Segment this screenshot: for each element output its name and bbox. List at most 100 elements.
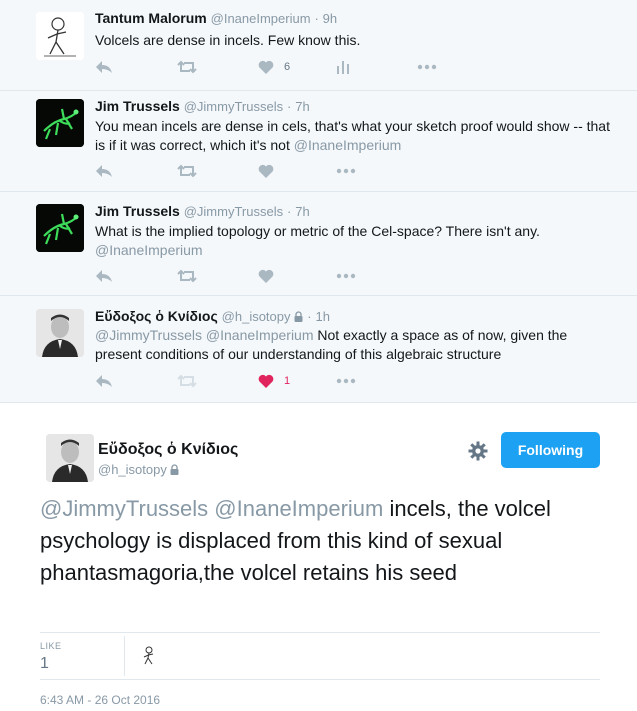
gear-icon (468, 441, 488, 461)
divider (124, 636, 125, 676)
avatar[interactable] (36, 99, 84, 147)
more-button[interactable] (336, 161, 356, 181)
author-handle[interactable]: @h_isotopy (222, 309, 291, 324)
heart-icon (258, 60, 274, 74)
separator-dot: · (314, 11, 319, 26)
mention-link[interactable]: @InaneImperium (95, 242, 203, 258)
lock-icon (170, 464, 179, 475)
lock-icon (294, 311, 303, 322)
settings-button[interactable] (468, 441, 488, 466)
analytics-icon (337, 61, 349, 74)
more-button[interactable] (336, 371, 356, 391)
tweet-1[interactable]: Tantum Malorum @InaneImperium · 9h Volce… (0, 0, 637, 91)
author-handle[interactable]: @JimmyTrussels (184, 99, 283, 114)
tweet-header: Εὔδοξος ὁ Κνίδιος @h_isotopy · 1h (95, 308, 330, 324)
reply-button[interactable] (95, 161, 113, 181)
retweet-icon (177, 164, 197, 178)
author-name[interactable]: Εὔδοξος ὁ Κνίδιος (95, 308, 218, 324)
avatar[interactable] (46, 434, 94, 482)
reply-button[interactable] (95, 266, 113, 286)
tweet-actions: 6 (95, 57, 455, 77)
tweet-text: You mean incels are dense in cels, that'… (95, 117, 615, 155)
avatar[interactable] (36, 204, 84, 252)
like-button[interactable]: 1 (258, 371, 290, 391)
tweet-time[interactable]: 9h (323, 11, 337, 26)
green-lizard-avatar-image (36, 99, 84, 147)
reply-icon (96, 375, 112, 387)
like-button[interactable]: 6 (258, 57, 290, 77)
tweet-3[interactable]: Jim Trussels @JimmyTrussels · 7h What is… (0, 192, 637, 296)
more-icon (336, 168, 356, 174)
reply-icon (96, 270, 112, 282)
author-name[interactable]: Jim Trussels (95, 98, 180, 114)
more-icon (417, 64, 437, 70)
reply-icon (96, 61, 112, 73)
more-icon (336, 378, 356, 384)
tweet-text: What is the implied topology or metric o… (95, 222, 615, 260)
tweet-text-body: What is the implied topology or metric o… (95, 223, 540, 239)
sketch-figure-avatar-image (36, 12, 84, 60)
author-handle-row: @h_isotopy (98, 462, 179, 477)
more-button[interactable] (336, 266, 356, 286)
tweet-time[interactable]: 7h (295, 204, 309, 219)
like-button[interactable] (258, 161, 274, 181)
tweet-actions: 1 (95, 371, 455, 391)
heart-icon (258, 374, 274, 388)
author-name[interactable]: Tantum Malorum (95, 10, 207, 26)
liker-avatar[interactable] (140, 645, 160, 667)
separator-dot: · (287, 99, 292, 114)
tweet-header: Jim Trussels @JimmyTrussels · 7h (95, 203, 310, 219)
like-button[interactable] (258, 266, 274, 286)
heart-icon (258, 164, 274, 178)
tweet-text: @JimmyTrussels @InaneImperium Not exactl… (95, 326, 615, 364)
author-name[interactable]: Εὔδοξος ὁ Κνίδιος (98, 441, 238, 459)
sketch-figure-avatar-image (140, 645, 160, 667)
portrait-avatar-image (46, 434, 94, 482)
green-lizard-avatar-image (36, 204, 84, 252)
tweet-text: Volcels are dense in incels. Few know th… (95, 31, 615, 50)
portrait-avatar-image (36, 309, 84, 357)
analytics-button[interactable] (336, 57, 350, 77)
avatar[interactable] (36, 12, 84, 60)
retweet-icon (177, 269, 197, 283)
more-icon (336, 273, 356, 279)
author-name[interactable]: Jim Trussels (95, 203, 180, 219)
separator-dot: · (307, 309, 312, 324)
mention-link[interactable]: @InaneImperium (294, 137, 402, 153)
author-handle[interactable]: @InaneImperium (211, 11, 311, 26)
retweet-button[interactable] (177, 371, 197, 391)
tweet-2[interactable]: Jim Trussels @JimmyTrussels · 7h You mea… (0, 91, 637, 192)
tweet-header: Tantum Malorum @InaneImperium · 9h (95, 10, 337, 26)
tweet-time[interactable]: 7h (295, 99, 309, 114)
separator-dot: · (287, 204, 292, 219)
heart-icon (258, 269, 274, 283)
mention-link[interactable]: @JimmyTrussels @InaneImperium (95, 327, 314, 343)
following-button[interactable]: Following (501, 432, 600, 468)
mention-link[interactable]: @JimmyTrussels @InaneImperium (40, 496, 383, 521)
divider (40, 679, 600, 680)
tweet-actions (95, 161, 455, 181)
like-stat-label: LIKE (40, 641, 62, 651)
main-tweet-text: @JimmyTrussels @InaneImperium incels, th… (40, 493, 610, 589)
tweet-4[interactable]: Εὔδοξος ὁ Κνίδιος @h_isotopy · 1h @Jimmy… (0, 296, 637, 403)
tweet-header: Jim Trussels @JimmyTrussels · 7h (95, 98, 310, 114)
reply-button[interactable] (95, 57, 113, 77)
tweet-actions (95, 266, 455, 286)
tweet-time[interactable]: 1h (316, 309, 330, 324)
more-button[interactable] (417, 57, 437, 77)
divider (40, 632, 600, 633)
like-count: 1 (284, 375, 291, 387)
retweet-icon (177, 374, 197, 388)
retweet-button[interactable] (177, 266, 197, 286)
author-handle[interactable]: @h_isotopy (98, 462, 167, 477)
retweet-button[interactable] (177, 57, 197, 77)
like-stat-count[interactable]: 1 (40, 655, 49, 673)
reply-icon (96, 165, 112, 177)
author-handle[interactable]: @JimmyTrussels (184, 204, 283, 219)
retweet-icon (177, 60, 197, 74)
retweet-button[interactable] (177, 161, 197, 181)
tweet-timestamp[interactable]: 6:43 AM - 26 Oct 2016 (40, 693, 160, 707)
tweet-text-body: Volcels are dense in incels. Few know th… (95, 32, 361, 48)
reply-button[interactable] (95, 371, 113, 391)
avatar[interactable] (36, 309, 84, 357)
